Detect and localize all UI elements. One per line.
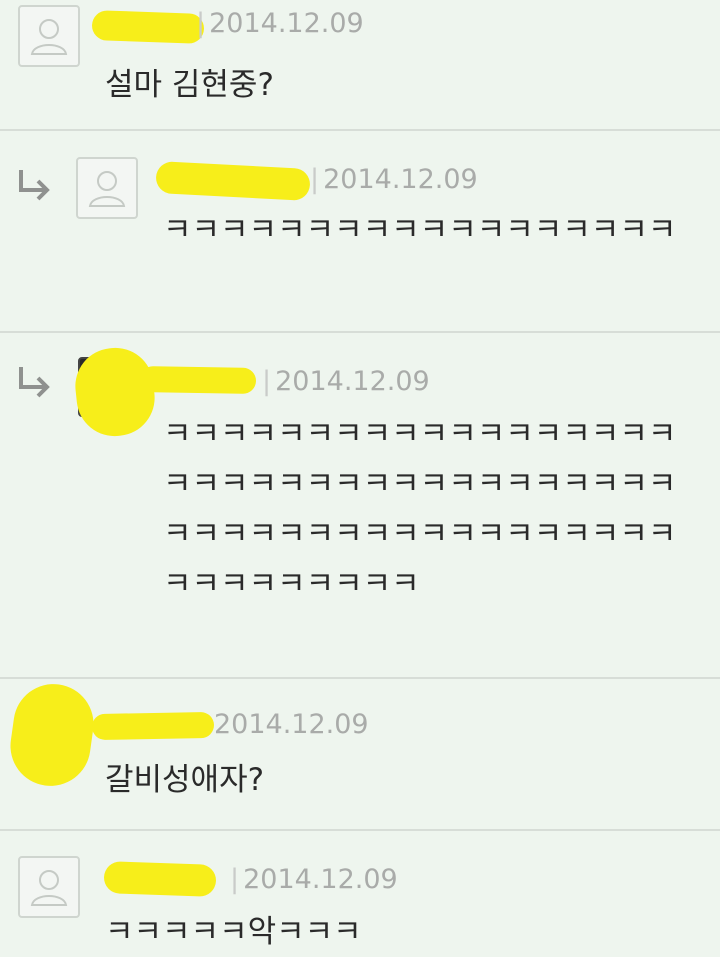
- comment-text: 설마 김현중?: [105, 67, 274, 103]
- user-avatar-icon[interactable]: [18, 5, 80, 67]
- comment-date: | 2014.12.09: [310, 164, 478, 195]
- comment-text: ㅋㅋㅋㅋㅋ악ㅋㅋㅋ: [105, 914, 362, 950]
- comment-date: | 2014.12.09: [262, 366, 430, 397]
- comment-date: 2014.12.09: [214, 709, 369, 740]
- user-avatar-icon[interactable]: [76, 157, 138, 219]
- comment-3-reply: | 2014.12.09 ㅋㅋㅋㅋㅋㅋㅋㅋㅋㅋㅋㅋㅋㅋㅋㅋㅋㅋㅋㅋㅋㅋㅋㅋㅋㅋㅋㅋ…: [0, 333, 720, 677]
- redacted-avatar: [5, 678, 99, 792]
- redacted-username: [103, 861, 217, 897]
- redacted-username: [91, 711, 215, 741]
- comment-date: | 2014.12.09: [230, 864, 398, 895]
- redacted-username: [91, 10, 205, 44]
- redacted-username: [155, 160, 311, 202]
- comment-2-reply: | 2014.12.09 ㅋㅋㅋㅋㅋㅋㅋㅋㅋㅋㅋㅋㅋㅋㅋㅋㅋㅋ: [0, 131, 720, 331]
- user-silhouette-icon: [88, 171, 126, 207]
- comment-1: | 2014.12.09 설마 김현중?: [0, 0, 720, 130]
- user-avatar-icon[interactable]: [18, 856, 80, 918]
- redacted-username: [139, 365, 257, 395]
- comment-5: | 2014.12.09 ㅋㅋㅋㅋㅋ악ㅋㅋㅋ: [0, 831, 720, 950]
- reply-arrow-icon: [19, 367, 50, 398]
- comment-text: 갈비성애자?: [105, 762, 265, 798]
- comment-date: | 2014.12.09: [196, 8, 364, 39]
- comment-text: ㅋㅋㅋㅋㅋㅋㅋㅋㅋㅋㅋㅋㅋㅋㅋㅋㅋㅋㅋㅋㅋㅋㅋㅋㅋㅋㅋㅋㅋㅋㅋㅋㅋㅋㅋㅋㅋㅋㅋㅋ…: [163, 416, 677, 602]
- comment-4: 2014.12.09 갈비성애자?: [0, 678, 720, 829]
- reply-arrow-icon: [19, 170, 50, 201]
- user-silhouette-icon: [30, 19, 68, 55]
- comment-text: ㅋㅋㅋㅋㅋㅋㅋㅋㅋㅋㅋㅋㅋㅋㅋㅋㅋㅋ: [163, 212, 677, 248]
- user-silhouette-icon: [30, 870, 68, 906]
